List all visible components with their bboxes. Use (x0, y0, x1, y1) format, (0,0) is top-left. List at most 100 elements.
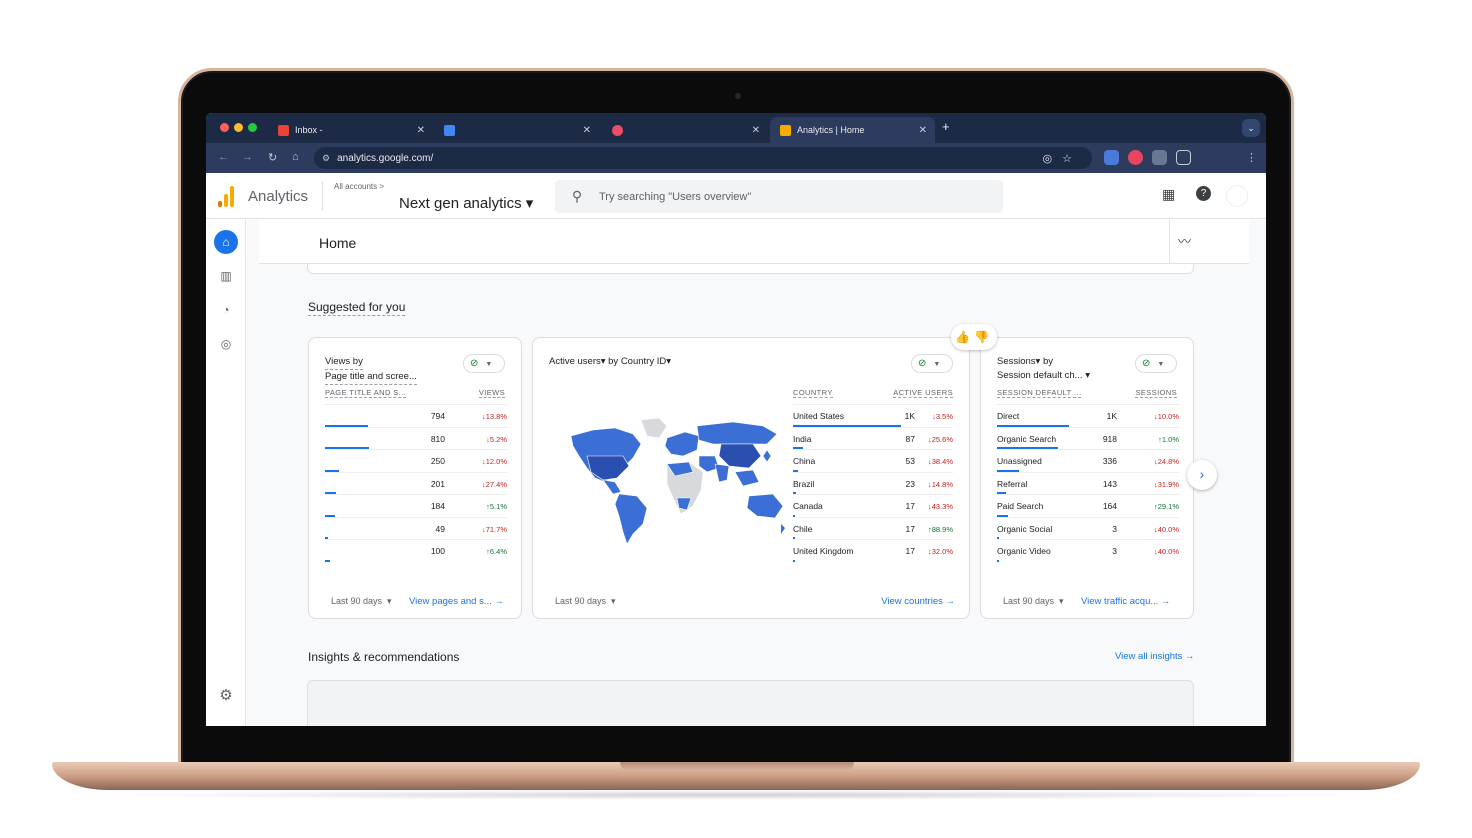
shield-icon[interactable] (1152, 150, 1167, 165)
row-value: 1K (1106, 411, 1117, 421)
site-settings-icon[interactable]: ⚙ (322, 153, 330, 164)
row-share-bar (325, 559, 331, 562)
analytics-icon (780, 124, 791, 136)
map-australia (746, 493, 784, 519)
table-row[interactable]: 250 ↓12.0% (325, 449, 507, 472)
table-row[interactable]: Direct 1K ↓10.0% (997, 404, 1179, 427)
date-range-selector[interactable]: Last 90 days ▾ (331, 596, 392, 607)
tab-search-icon[interactable]: ⌄ (1242, 119, 1260, 137)
view-countries-link[interactable]: View countries → (881, 596, 955, 607)
row-share-bar (793, 559, 796, 562)
search-icon: ⚲ (571, 188, 583, 204)
next-card-button[interactable]: › (1187, 460, 1217, 490)
insights-trend-icon[interactable]: 〰 (1169, 220, 1249, 264)
map-south-america (614, 493, 648, 545)
close-icon[interactable]: ✕ (583, 125, 591, 136)
card-title[interactable]: Views by Page title and scree... (325, 355, 417, 385)
table-row[interactable]: United Kingdom 17 ↓32.0% (793, 539, 953, 562)
view-all-insights-link[interactable]: View all insights → (1115, 651, 1195, 662)
table-row[interactable]: 794 ↓13.8% (325, 404, 507, 427)
status-chip[interactable]: ⊘ ▼ (911, 354, 953, 373)
table-row[interactable]: Organic Video 3 ↓40.0% (997, 539, 1179, 562)
help-icon[interactable]: ? (1196, 186, 1211, 201)
new-tab-button[interactable]: + (942, 119, 950, 134)
puzzle-icon[interactable] (1176, 150, 1191, 165)
world-map[interactable] (563, 416, 789, 546)
table-row[interactable]: 100 ↑6.4% (325, 539, 507, 562)
row-value: 53 (905, 456, 915, 466)
thumbs-down-icon[interactable]: 👎 (974, 330, 993, 344)
close-window-button[interactable] (220, 123, 229, 132)
row-label: Organic Social (997, 523, 1053, 534)
table-row[interactable]: 810 ↓5.2% (325, 426, 507, 449)
table-row[interactable]: Brazil 23 ↓14.8% (793, 471, 953, 494)
search-input[interactable]: ⚲ Try searching "Users overview" (555, 180, 1003, 213)
property-selector[interactable]: Next gen analytics ▾ (399, 194, 533, 212)
table-row[interactable]: India 87 ↓25.6% (793, 426, 953, 449)
map-china (718, 443, 762, 469)
table-row[interactable]: Organic Search 918 ↑1.0% (997, 426, 1179, 449)
column-header-right: SESSIONS (1135, 388, 1177, 398)
search-placeholder: Try searching "Users overview" (599, 190, 752, 203)
profile-icon[interactable] (1128, 150, 1143, 165)
reports-icon[interactable]: ▥ (214, 264, 238, 288)
table-row[interactable]: China 53 ↓38.4% (793, 449, 953, 472)
card-title[interactable]: Active users▾ by Country ID▾ (549, 355, 671, 369)
table-row[interactable]: Referral 143 ↓31.9% (997, 471, 1179, 494)
map-usa (586, 455, 630, 481)
table-row[interactable]: 49 ↓71.7% (325, 516, 507, 539)
minimize-window-button[interactable] (234, 123, 243, 132)
table-row[interactable]: Organic Social 3 ↓40.0% (997, 516, 1179, 539)
admin-gear-icon[interactable]: ⚙ (214, 684, 238, 708)
table-row[interactable]: Canada 17 ↓43.3% (793, 494, 953, 517)
explore-icon[interactable]: ◔ (214, 298, 238, 322)
thumbs-up-icon[interactable]: 👍 (955, 330, 974, 344)
advertising-icon[interactable]: ◎ (214, 332, 238, 356)
row-value: 143 (1102, 478, 1117, 489)
home-nav-icon[interactable]: ⌂ (214, 230, 238, 254)
table-row[interactable]: Chile 17 ↑88.9% (793, 516, 953, 539)
row-value: 3 (1112, 523, 1117, 534)
row-value: 336 (1102, 456, 1117, 466)
extension-icon[interactable] (1104, 150, 1119, 165)
date-range-selector[interactable]: Last 90 days ▾ (555, 596, 616, 607)
view-traffic-acquisition-link[interactable]: View traffic acqu... → (1081, 596, 1170, 607)
tab-analytics[interactable]: Analytics | Home ✕ (770, 117, 935, 143)
table-row[interactable]: 201 ↓27.4% (325, 471, 507, 494)
address-field[interactable]: ⚙ analytics.google.com/ ◎☆ (314, 147, 1092, 169)
all-accounts-link[interactable]: All accounts > (334, 182, 384, 191)
close-icon[interactable]: ✕ (417, 125, 425, 136)
status-chip[interactable]: ⊘ ▼ (463, 354, 505, 373)
bookmark-star-icon[interactable]: ◎☆ (1043, 152, 1082, 165)
maximize-window-button[interactable] (248, 123, 257, 132)
date-range-selector[interactable]: Last 90 days ▾ (1003, 596, 1064, 607)
column-header-left: SESSION DEFAULT ... (997, 388, 1082, 398)
tab-calendar[interactable]: ✕ (434, 117, 599, 143)
tab-label: Inbox - (295, 125, 323, 135)
avatar[interactable] (1226, 185, 1248, 207)
table-row[interactable]: United States 1K ↓3.5% (793, 404, 953, 427)
row-value: 794 (430, 411, 445, 421)
tab-gmail[interactable]: Inbox - ✕ (268, 117, 433, 143)
views-by-page-card: Views by Page title and scree... ⊘ ▼ PAGE… (308, 337, 522, 619)
card-title[interactable]: Sessions▾ by Session default ch... ▾ (997, 355, 1090, 383)
view-pages-link[interactable]: View pages and s... → (409, 596, 504, 607)
menu-icon[interactable]: ⋮ (1246, 151, 1257, 164)
tab-app[interactable]: ✕ (602, 117, 768, 143)
table-row[interactable]: Unassigned 336 ↓24.8% (997, 449, 1179, 472)
home-icon[interactable]: ⌂ (292, 151, 299, 163)
back-icon[interactable]: ← (218, 151, 229, 163)
reload-icon[interactable]: ↻ (268, 151, 277, 164)
close-icon[interactable]: ✕ (919, 125, 927, 136)
row-change: ↑1.0% (1158, 434, 1179, 444)
table-row[interactable]: Paid Search 164 ↑29.1% (997, 494, 1179, 517)
feedback-buttons[interactable]: 👍👎 (951, 324, 997, 350)
status-chip[interactable]: ⊘ ▼ (1135, 354, 1177, 373)
apps-grid-icon[interactable]: ▦ (1162, 186, 1175, 203)
row-value: 17 (905, 546, 915, 556)
row-value: 3 (1112, 546, 1117, 556)
table-row[interactable]: 184 ↑5.1% (325, 494, 507, 517)
close-icon[interactable]: ✕ (752, 125, 760, 136)
row-value: 184 (430, 501, 445, 511)
forward-icon[interactable]: → (242, 151, 253, 163)
